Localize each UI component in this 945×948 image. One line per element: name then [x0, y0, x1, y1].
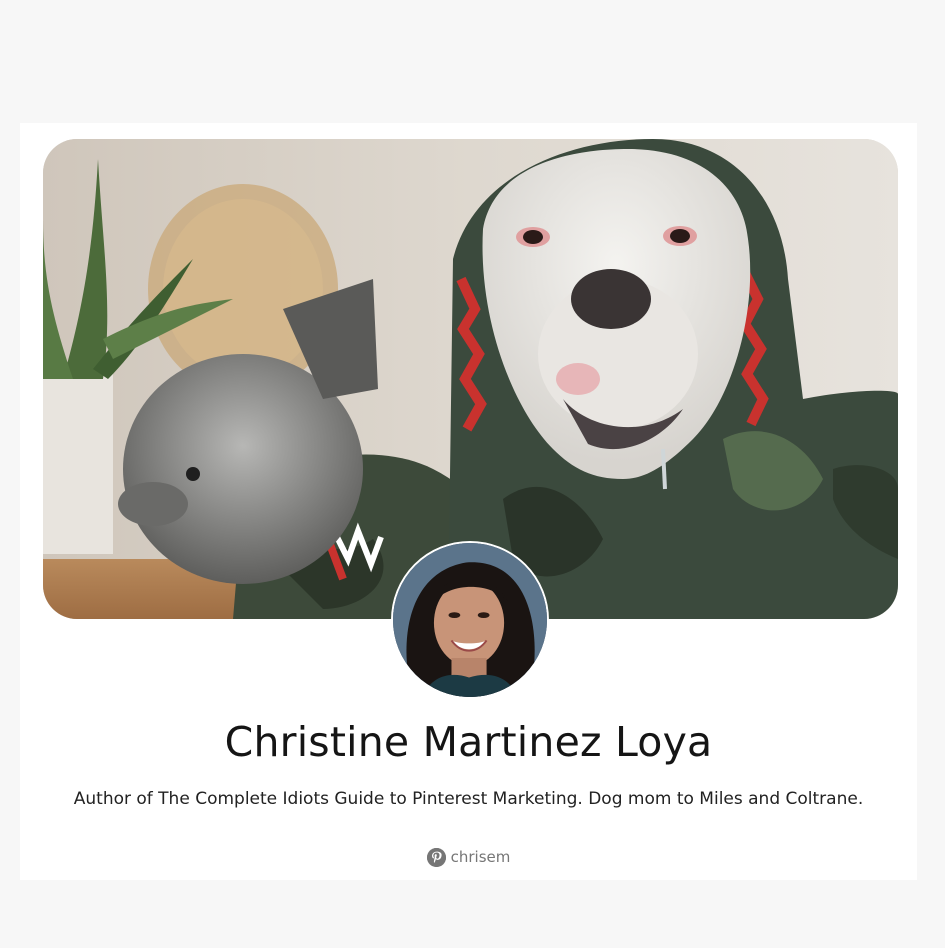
handle-text: chrisem — [450, 848, 511, 866]
profile-bio: Author of The Complete Idiots Guide to P… — [73, 789, 864, 809]
page: Christine Martinez Loya Author of The Co… — [0, 0, 945, 948]
profile-name: Christine Martinez Loya — [224, 718, 713, 766]
profile-card: Christine Martinez Loya Author of The Co… — [20, 123, 917, 880]
pinterest-icon — [426, 847, 446, 867]
profile-handle[interactable]: chrisem — [20, 847, 917, 867]
avatar[interactable] — [391, 541, 549, 699]
